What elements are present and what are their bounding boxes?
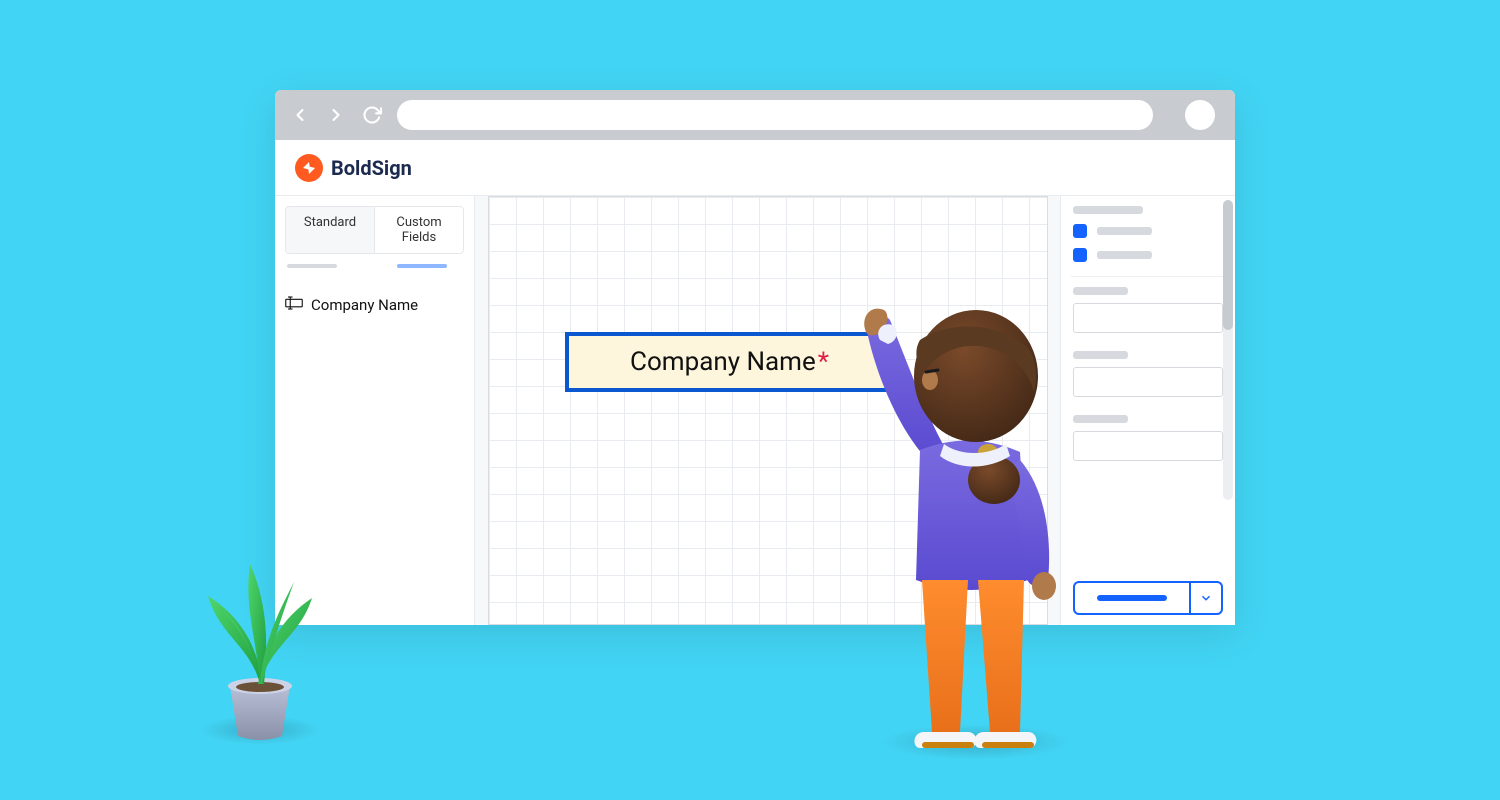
input-label-placeholder [1073,415,1128,423]
checkbox-icon[interactable] [1073,224,1087,238]
custom-field-company-name[interactable]: Company Name [285,294,464,316]
section-title-placeholder [1073,206,1143,214]
primary-action-dropdown[interactable] [1189,583,1221,613]
brand-logo-icon [295,154,323,182]
option-label-placeholder [1097,251,1152,259]
fields-tabs: Standard Custom Fields [285,206,464,254]
tab-underline [285,264,464,268]
browser-window: BoldSign Standard Custom Fields Company … [275,90,1235,625]
primary-action-split-button[interactable] [1073,581,1223,615]
primary-action-main[interactable] [1075,583,1189,613]
person-illustration [860,280,1080,760]
profile-avatar[interactable] [1185,100,1215,130]
field-label: Company Name [311,296,418,314]
forward-button[interactable] [325,104,347,126]
input-label-placeholder [1073,287,1128,295]
properties-panel [1060,196,1235,625]
app-body: Standard Custom Fields Company Name Comp… [275,196,1235,625]
reload-button[interactable] [361,104,383,126]
action-label-placeholder [1097,595,1167,601]
plant-illustration [190,526,330,746]
browser-titlebar [275,90,1235,140]
placed-field-label: Company Name [630,347,816,377]
brand-logo: BoldSign [295,154,412,182]
placed-field-company-name[interactable]: Company Name* [565,332,895,392]
underline-custom [397,264,447,268]
option-row-2[interactable] [1073,248,1223,262]
back-button[interactable] [289,104,311,126]
app-header: BoldSign [275,140,1235,196]
option-row-1[interactable] [1073,224,1223,238]
url-bar[interactable] [397,100,1153,130]
property-input-2[interactable] [1073,367,1223,397]
divider [1071,276,1225,277]
required-mark: * [818,347,829,377]
option-label-placeholder [1097,227,1152,235]
property-input-3[interactable] [1073,431,1223,461]
property-input-1[interactable] [1073,303,1223,333]
checkbox-icon[interactable] [1073,248,1087,262]
brand-name: BoldSign [331,156,412,180]
input-label-placeholder [1073,351,1128,359]
underline-standard [287,264,337,268]
tab-standard[interactable]: Standard [286,207,374,253]
textbox-field-icon [285,296,303,314]
scrollbar-thumb[interactable] [1223,200,1233,330]
tab-custom-fields[interactable]: Custom Fields [375,207,463,253]
